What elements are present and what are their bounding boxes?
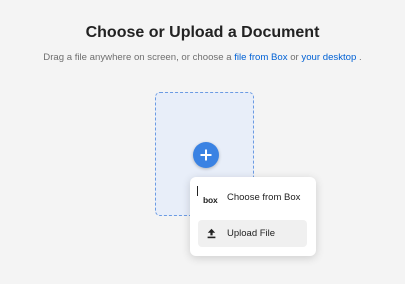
box-logo-icon: box [203,195,218,205]
file-from-box-link[interactable]: file from Box [234,52,287,63]
upload-file-label: Upload File [227,228,276,239]
page-title: Choose or Upload a Document [85,24,320,41]
add-file-button[interactable] [193,142,219,168]
subtitle-text-prefix: Drag a file anywhere on screen, or choos… [43,52,235,63]
your-desktop-link[interactable]: your desktop [301,52,356,63]
choose-from-box-label: Choose from Box [227,192,301,203]
upload-file-menu-item[interactable]: Upload File [198,220,307,247]
page-subtitle: Drag a file anywhere on screen, or choos… [0,52,405,63]
subtitle-text-middle: or [287,52,302,63]
upload-options-menu: box Choose from Box Upload File [190,177,316,256]
subtitle-text-suffix: . [356,52,362,63]
upload-icon [207,228,216,239]
plus-icon [200,149,212,161]
choose-from-box-menu-item[interactable]: box Choose from Box [198,184,307,211]
